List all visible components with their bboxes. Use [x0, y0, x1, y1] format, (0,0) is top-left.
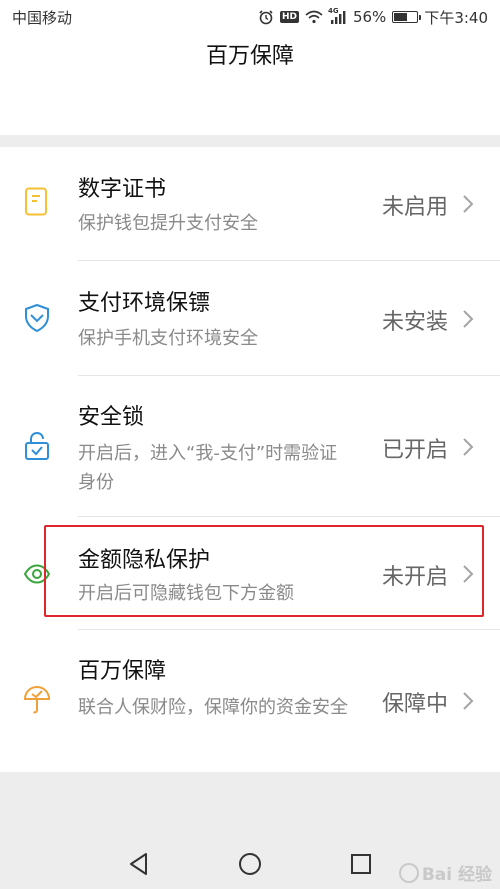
chevron-right-icon [463, 438, 474, 456]
carrier-name: 中国移动 [12, 8, 73, 27]
umbrella-icon [22, 685, 52, 715]
baidu-paw-logo [398, 862, 419, 883]
item-title: 支付环境保镖 [78, 291, 211, 316]
battery-icon [392, 11, 422, 23]
battery-percent: 56% [352, 8, 387, 26]
baidu-watermark: Bai 经验 [398, 860, 492, 885]
home-circle-icon[interactable] [237, 851, 263, 877]
list-item-digital-certificate[interactable]: 数字证书 保护钱包提升支付安全 未启用 [0, 147, 500, 261]
item-subtitle: 保护钱包提升支付安全 [78, 213, 258, 234]
list-item-million-guarantee[interactable]: 百万保障 联合人保财险，保障你的资金安全 保障中 [0, 630, 500, 772]
network-type-label: 4G [327, 7, 339, 15]
item-status: 保障中 [381, 692, 448, 717]
chevron-right-icon [463, 195, 474, 213]
item-subtitle: 联合人保财险，保障你的资金安全 [78, 697, 348, 718]
page-title: 百万保障 [205, 44, 294, 69]
cellular-signal-icon: 4G [327, 7, 347, 24]
list-item-security-lock[interactable]: 安全锁 开启后，进入“我-支付”时需验证身份 已开启 [0, 376, 500, 517]
item-title: 安全锁 [78, 405, 145, 430]
clock-time: 下午3:40 [424, 8, 488, 27]
item-status: 未安装 [381, 310, 448, 335]
recents-square-icon[interactable] [348, 851, 374, 877]
alarm-icon [258, 9, 274, 25]
chevron-right-icon [463, 692, 474, 710]
system-nav-bar: Bai 经验 [0, 772, 500, 889]
certificate-icon [22, 187, 52, 217]
item-subtitle: 保护手机支付环境安全 [78, 328, 258, 349]
highlight-box [44, 525, 484, 617]
item-title: 百万保障 [78, 659, 167, 684]
battery-level-fill [394, 13, 407, 21]
page-header: 百万保障 [0, 34, 500, 135]
lock-icon [22, 431, 52, 461]
watermark-text: Bai 经验 [421, 865, 492, 885]
item-status: 未启用 [381, 195, 448, 220]
list-item-payment-bodyguard[interactable]: 支付环境保镖 保护手机支付环境安全 未安装 [0, 261, 500, 376]
hd-badge: HD [279, 11, 299, 23]
shield-icon [22, 303, 52, 333]
wifi-icon [305, 10, 323, 24]
settings-list: 数字证书 保护钱包提升支付安全 未启用 支付环境保镖 保护手机支付环境安全 未安… [0, 147, 500, 772]
status-indicators: HD 4G 56% 下午3:40 [258, 7, 488, 28]
status-bar: 中国移动 HD 4G 56% 下午3:40 [0, 0, 500, 34]
item-title: 数字证书 [78, 177, 167, 202]
chevron-right-icon [463, 310, 474, 328]
item-subtitle: 开启后，进入“我-支付”时需验证身份 [78, 443, 338, 493]
back-triangle-icon[interactable] [126, 851, 152, 877]
item-status: 已开启 [381, 438, 448, 463]
